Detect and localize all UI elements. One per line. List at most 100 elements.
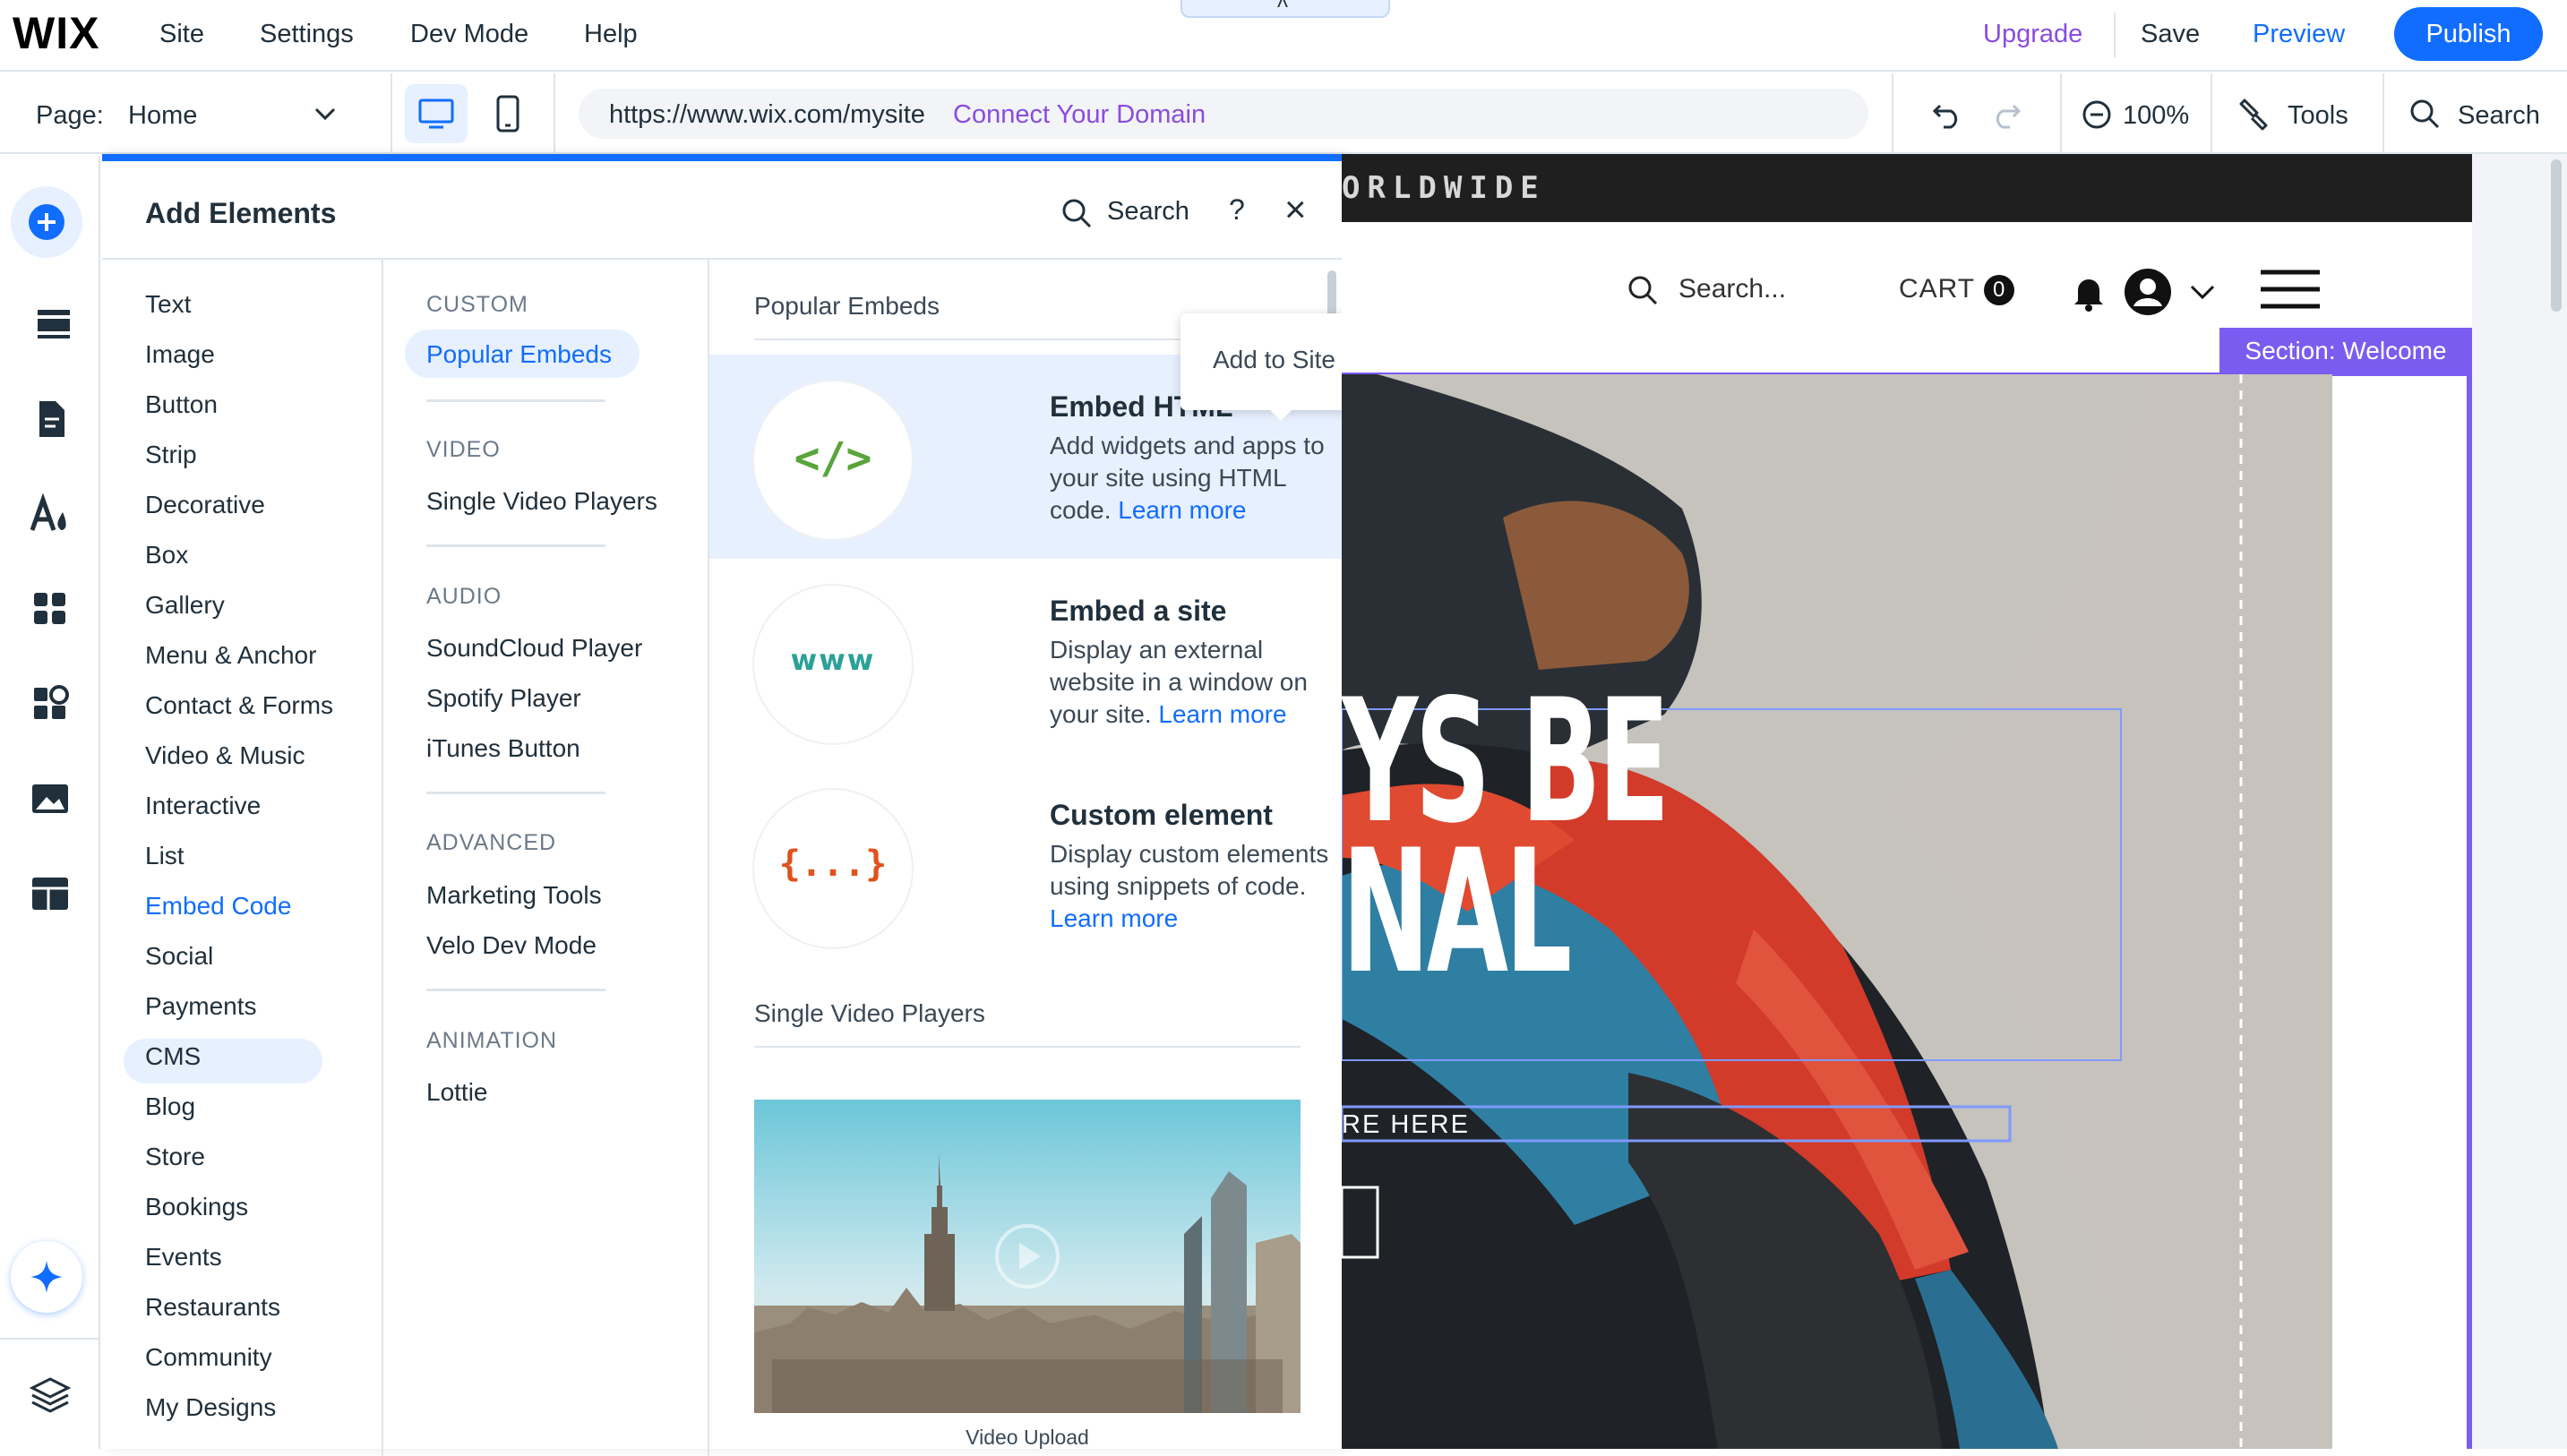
pages-icon[interactable] (23, 392, 77, 446)
business-apps-icon[interactable] (23, 677, 77, 731)
subgroup-item[interactable]: Lottie (426, 1078, 488, 1107)
video-upload-thumbnail[interactable] (754, 1100, 1301, 1413)
apps-icon[interactable] (23, 582, 77, 636)
category-item[interactable]: Decorative (145, 491, 265, 519)
collapse-topbar-tab[interactable]: ˄ (1180, 0, 1390, 18)
hero-headline-line2[interactable]: NAL (1342, 813, 1572, 1011)
desktop-view-button[interactable] (405, 84, 468, 143)
category-item[interactable]: Contact & Forms (145, 691, 333, 720)
category-item[interactable]: Community (145, 1343, 272, 1372)
custom-element-card[interactable]: {...} Custom element Display custom elem… (709, 763, 1401, 967)
category-item[interactable]: Gallery (145, 591, 225, 620)
tools-button[interactable]: Tools (2288, 101, 2348, 131)
publish-button[interactable]: Publish (2394, 7, 2543, 61)
category-item-active[interactable]: Embed Code (145, 892, 291, 921)
search-button[interactable]: Search (2458, 101, 2540, 131)
category-item[interactable]: Events (145, 1243, 222, 1272)
learn-more-link[interactable]: Learn more (1118, 496, 1246, 524)
subgroup-item[interactable]: Single Video Players (426, 487, 657, 516)
mobile-view-button[interactable] (476, 84, 539, 143)
category-item[interactable]: My Designs (145, 1393, 276, 1422)
sections-icon[interactable] (23, 295, 77, 349)
wix-logo[interactable]: WIX (13, 7, 99, 59)
category-item[interactable]: Button (145, 390, 218, 419)
hero-section[interactable]: YS BE NAL RE HERE (1342, 374, 2332, 1449)
zoom-level[interactable]: 100% (2123, 101, 2189, 131)
category-item[interactable]: Restaurants (145, 1293, 280, 1322)
category-item[interactable]: Image (145, 340, 215, 369)
hero-subline[interactable]: RE HERE (1342, 1110, 1470, 1140)
menu-site[interactable]: Site (159, 20, 204, 49)
subgroup-item[interactable]: iTunes Button (426, 734, 580, 763)
code-icon: </> (794, 433, 872, 484)
cms-icon[interactable] (23, 867, 77, 921)
category-item[interactable]: Video & Music (145, 741, 305, 770)
cart-widget[interactable]: CART 0 (1899, 274, 2015, 306)
panel-search-button[interactable]: Search (1107, 197, 1189, 227)
category-item[interactable]: Interactive (145, 792, 261, 820)
category-item[interactable]: Strip (145, 441, 197, 469)
add-elements-button[interactable] (11, 186, 82, 258)
redo-icon[interactable] (1990, 98, 2022, 129)
subgroup-item[interactable]: Marketing Tools (426, 881, 602, 910)
zoom-out-icon[interactable] (2082, 99, 2112, 130)
upgrade-link[interactable]: Upgrade (1983, 20, 2082, 49)
category-item[interactable]: Social (145, 942, 213, 971)
menu-dev-mode[interactable]: Dev Mode (410, 20, 528, 49)
help-button[interactable]: ? (1229, 193, 1245, 227)
desktop-icon (418, 98, 454, 129)
tools-icon (2239, 98, 2268, 131)
category-item[interactable]: Payments (145, 992, 257, 1021)
embed-site-card[interactable]: www Embed a site Display an external web… (709, 559, 1401, 763)
site-search-icon[interactable] (1627, 274, 1659, 306)
chevron-down-icon[interactable] (2189, 283, 2216, 301)
category-item[interactable]: Menu & Anchor (145, 641, 316, 670)
ai-assistant-button[interactable] (11, 1241, 82, 1313)
divider (754, 1046, 1301, 1048)
media-icon[interactable] (23, 772, 77, 826)
undo-icon[interactable] (1931, 98, 1963, 129)
layers-icon[interactable] (23, 1368, 77, 1422)
subgroup-heading: AUDIO (426, 584, 502, 609)
search-icon[interactable] (1060, 197, 1093, 229)
bell-icon[interactable] (2071, 272, 2107, 312)
preview-button[interactable]: Preview (2253, 20, 2345, 49)
learn-more-link[interactable]: Learn more (1158, 700, 1286, 728)
subgroup-item[interactable]: Spotify Player (426, 684, 581, 713)
category-item[interactable]: List (145, 842, 185, 870)
page-selector-value[interactable]: Home (128, 101, 197, 131)
category-item[interactable]: Text (145, 290, 191, 319)
subgroup-item[interactable]: Velo Dev Mode (426, 931, 597, 960)
category-item[interactable]: Blog (145, 1092, 195, 1121)
sparkle-icon (30, 1261, 63, 1293)
design-icon[interactable] (23, 487, 77, 541)
close-button[interactable]: × (1284, 188, 1307, 231)
category-item[interactable]: Box (145, 541, 188, 570)
site-canvas[interactable]: ORLDWIDE Search... CART 0 Section: Welcom… (1342, 154, 2472, 1449)
hamburger-menu-icon[interactable] (2259, 269, 2322, 310)
menu-settings[interactable]: Settings (260, 20, 354, 49)
panel-header: Add Elements Search ? × (102, 161, 1342, 260)
section-title: Single Video Players (754, 999, 985, 1027)
subgroup-heading: ANIMATION (426, 1028, 558, 1053)
embed-description-text: Display custom elements using snippets o… (1050, 840, 1329, 900)
divider (2114, 13, 2116, 57)
category-item[interactable]: Bookings (145, 1193, 248, 1221)
save-button[interactable]: Save (2141, 20, 2200, 49)
subgroup-item[interactable]: SoundCloud Player (426, 634, 642, 663)
embed-description: Add widgets and apps to your site using … (1050, 430, 1336, 527)
menu-help[interactable]: Help (584, 20, 638, 49)
announcement-banner[interactable]: ORLDWIDE (1342, 154, 2472, 222)
subgroup-item-active[interactable]: Popular Embeds (426, 340, 612, 369)
connect-domain-link[interactable]: Connect Your Domain (953, 100, 1206, 130)
site-search-input[interactable]: Search... (1678, 274, 1786, 304)
avatar-icon[interactable] (2123, 267, 2173, 317)
category-item[interactable]: CMS (145, 1042, 201, 1071)
divider (426, 989, 605, 991)
learn-more-link[interactable]: Learn more (1050, 904, 1178, 932)
chevron-down-icon[interactable] (313, 106, 337, 122)
section-label[interactable]: Section: Welcome (2219, 328, 2472, 374)
site-url[interactable]: https://www.wix.com/mysite (609, 100, 925, 130)
category-item[interactable]: Store (145, 1143, 205, 1171)
canvas-scrollbar[interactable] (2551, 159, 2562, 312)
